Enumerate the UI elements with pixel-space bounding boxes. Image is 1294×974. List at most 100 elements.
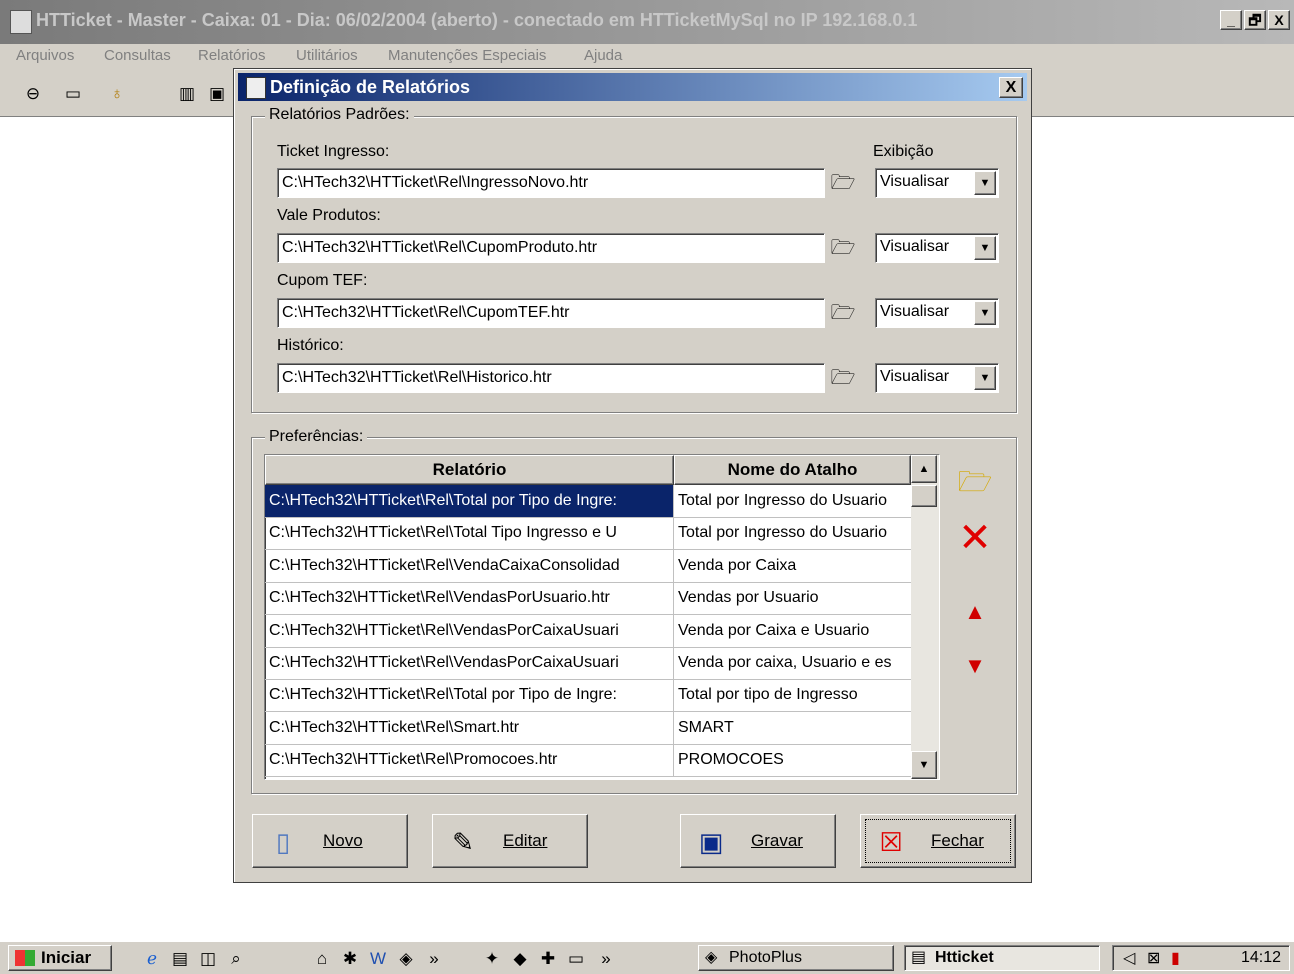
ticket-ingresso-browse-icon[interactable]: 🗁: [827, 168, 859, 198]
vale-produtos-browse-icon[interactable]: 🗁: [827, 233, 859, 263]
photoplus-icon: ◈: [705, 949, 718, 966]
tool-icon[interactable]: ✱: [338, 948, 362, 970]
table-row[interactable]: C:\HTech32\HTTicket\Rel\VendasPorUsuario…: [265, 582, 911, 616]
table-row[interactable]: C:\HTech32\HTTicket\Rel\Promocoes.htr PRO…: [265, 744, 911, 778]
relatorio-cell[interactable]: C:\HTech32\HTTicket\Rel\Total por Tipo d…: [265, 679, 674, 712]
menu-utilitarios[interactable]: Utilitários: [296, 47, 358, 64]
relatorio-cell[interactable]: C:\HTech32\HTTicket\Rel\VendasPorUsuario…: [265, 582, 674, 615]
ticket-ingresso-label: Ticket Ingresso:: [277, 143, 390, 160]
table-row[interactable]: C:\HTech32\HTTicket\Rel\VendaCaixaConsol…: [265, 549, 911, 583]
table-row[interactable]: C:\HTech32\HTTicket\Rel\Total por Tipo d…: [265, 679, 911, 713]
relatorio-cell[interactable]: C:\HTech32\HTTicket\Rel\Total por Tipo d…: [265, 485, 674, 517]
nome-atalho-cell[interactable]: PROMOCOES: [674, 744, 911, 776]
overflow-icon-2[interactable]: »: [594, 948, 618, 970]
historico-mode-select[interactable]: Visualisar ▼: [875, 363, 999, 393]
table-row[interactable]: C:\HTech32\HTTicket\Rel\Total por Tipo d…: [265, 485, 911, 518]
minimize-button[interactable]: _: [1220, 10, 1242, 30]
table-row[interactable]: C:\HTech32\HTTicket\Rel\VendasPorCaixaUs…: [265, 614, 911, 648]
task-htticket[interactable]: ▤ Htticket: [904, 945, 1100, 971]
vale-produtos-path[interactable]: C:\HTech32\HTTicket\Rel\CupomProduto.htr: [277, 233, 825, 263]
historico-path[interactable]: C:\HTech32\HTTicket\Rel\Historico.htr: [277, 363, 825, 393]
search-icon[interactable]: ⌕: [224, 948, 248, 970]
diamond-icon[interactable]: ◈: [394, 948, 418, 970]
scroll-up-icon[interactable]: ▲: [911, 455, 937, 483]
table-row[interactable]: C:\HTech32\HTTicket\Rel\VendasPorCaixaUs…: [265, 647, 911, 680]
relatorio-cell[interactable]: C:\HTech32\HTTicket\Rel\VendaCaixaConsol…: [265, 549, 674, 582]
vertical-scrollbar[interactable]: ▲ ▼: [911, 455, 939, 779]
relatorio-cell[interactable]: C:\HTech32\HTTicket\Rel\Promocoes.htr: [265, 744, 674, 777]
nome-atalho-cell[interactable]: Total por Ingresso do Usuario: [674, 517, 911, 549]
cupom-tef-browse-icon[interactable]: 🗁: [827, 298, 859, 328]
gravar-button[interactable]: ▣ Gravar: [680, 814, 836, 868]
open-folder-icon[interactable]: ⊖: [22, 84, 44, 104]
ie-icon[interactable]: ℯ: [140, 948, 164, 970]
app-tray-icon[interactable]: ▮: [1171, 948, 1180, 968]
app-icon-3[interactable]: ✚: [536, 948, 560, 970]
clock[interactable]: 14:12: [1241, 949, 1281, 967]
table-row[interactable]: C:\HTech32\HTTicket\Rel\Smart.htr SMART: [265, 711, 911, 745]
chevron-down-icon[interactable]: ▼: [974, 301, 996, 325]
scroll-down-icon[interactable]: ▼: [911, 751, 937, 779]
nome-atalho-cell[interactable]: Vendas por Usuario: [674, 582, 911, 614]
nome-atalho-cell[interactable]: Total por Ingresso do Usuario: [674, 485, 911, 517]
chevron-down-icon[interactable]: ▼: [974, 236, 996, 260]
task-photoplus[interactable]: ◈ PhotoPlus: [698, 945, 894, 971]
relatorio-cell[interactable]: C:\HTech32\HTTicket\Rel\Smart.htr: [265, 711, 674, 744]
nome-atalho-cell[interactable]: Venda por Caixa e Usuario: [674, 615, 911, 647]
channel-icon[interactable]: ◫: [196, 948, 220, 970]
menu-ajuda[interactable]: Ajuda: [584, 47, 622, 64]
exibicao-label: Exibição: [873, 143, 934, 160]
column-header-nome-atalho[interactable]: Nome do Atalho: [674, 455, 911, 485]
dialog-close-button[interactable]: X: [999, 77, 1023, 98]
relatorio-cell[interactable]: C:\HTech32\HTTicket\Rel\VendasPorCaixaUs…: [265, 647, 674, 679]
barcode-icon[interactable]: ▥: [176, 84, 198, 104]
editar-button[interactable]: ✎ Editar: [432, 814, 588, 868]
preferencias-grid[interactable]: Relatório Nome do Atalho C:\HTech32\HTTi…: [264, 454, 940, 780]
start-button[interactable]: Iniciar: [8, 945, 112, 971]
cupom-tef-mode-select[interactable]: Visualisar ▼: [875, 298, 999, 328]
desktop-icon[interactable]: ▤: [168, 948, 192, 970]
menu-arquivos[interactable]: Arquivos: [16, 47, 74, 64]
app-icon-1[interactable]: ✦: [480, 948, 504, 970]
menu-consultas[interactable]: Consultas: [104, 47, 171, 64]
cupom-tef-path[interactable]: C:\HTech32\HTTicket\Rel\CupomTEF.htr: [277, 298, 825, 328]
novo-button[interactable]: ▯ Novo: [252, 814, 408, 868]
maximize-button[interactable]: 🗗: [1244, 10, 1266, 30]
menu-relatorios[interactable]: Relatórios: [198, 47, 266, 64]
relatorio-cell[interactable]: C:\HTech32\HTTicket\Rel\Total Tipo Ingre…: [265, 517, 674, 550]
delete-icon[interactable]: ✕: [954, 518, 996, 558]
overflow-icon[interactable]: »: [422, 948, 446, 970]
column-header-relatorio[interactable]: Relatório: [265, 455, 674, 485]
scroll-thumb[interactable]: [911, 485, 937, 507]
nome-atalho-cell[interactable]: Venda por Caixa: [674, 550, 911, 582]
money-bag-icon[interactable]: ♁: [106, 84, 128, 104]
chevron-down-icon[interactable]: ▼: [974, 171, 996, 195]
app-icon-4[interactable]: ▭: [564, 948, 588, 970]
padroes-group-label: Relatórios Padrões:: [265, 106, 414, 124]
word-icon[interactable]: W: [366, 948, 390, 970]
ticket-ingresso-path[interactable]: C:\HTech32\HTTicket\Rel\IngressoNovo.htr: [277, 168, 825, 198]
bank-icon[interactable]: ⌂: [310, 948, 334, 970]
gravar-button-label: Gravar: [751, 831, 803, 850]
app-icon-2[interactable]: ◆: [508, 948, 532, 970]
report-icon[interactable]: ▣: [206, 84, 228, 104]
close-button[interactable]: X: [1268, 10, 1290, 30]
menu-manutencoes[interactable]: Manutenções Especiais: [388, 47, 546, 64]
chevron-down-icon[interactable]: ▼: [974, 366, 996, 390]
nome-atalho-cell[interactable]: Venda por caixa, Usuario e es: [674, 647, 911, 679]
relatorio-cell[interactable]: C:\HTech32\HTTicket\Rel\VendasPorCaixaUs…: [265, 614, 674, 647]
nome-atalho-cell[interactable]: Total por tipo de Ingresso: [674, 679, 911, 711]
folder-icon[interactable]: ▭: [62, 84, 84, 104]
volume-icon[interactable]: ◁: [1123, 948, 1135, 968]
move-down-icon[interactable]: ▼: [954, 646, 996, 686]
ticket-ingresso-mode-select[interactable]: Visualisar ▼: [875, 168, 999, 198]
table-row[interactable]: C:\HTech32\HTTicket\Rel\Total Tipo Ingre…: [265, 517, 911, 551]
add-folder-icon[interactable]: 🗁: [954, 462, 996, 502]
historico-browse-icon[interactable]: 🗁: [827, 363, 859, 393]
historico-mode-value: Visualisar: [880, 368, 950, 385]
network-icon[interactable]: ⊠: [1147, 948, 1160, 968]
move-up-icon[interactable]: ▲: [954, 592, 996, 632]
nome-atalho-cell[interactable]: SMART: [674, 712, 911, 744]
fechar-button[interactable]: ☒ Fechar: [860, 814, 1016, 868]
vale-produtos-mode-select[interactable]: Visualisar ▼: [875, 233, 999, 263]
